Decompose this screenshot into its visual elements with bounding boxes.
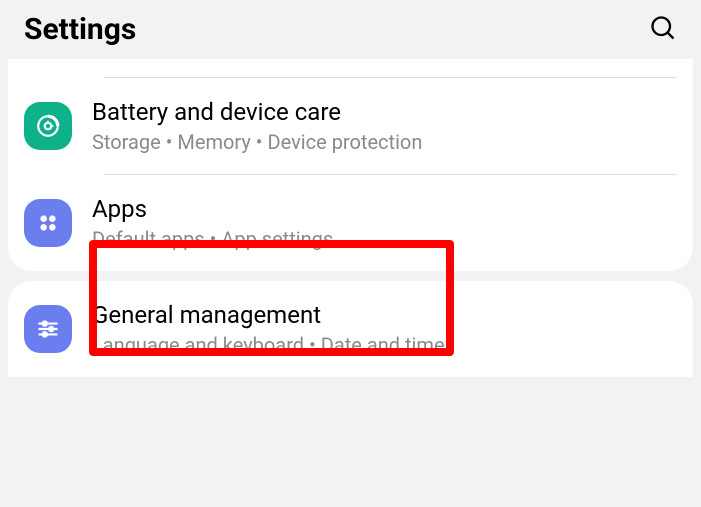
settings-item-battery[interactable]: Battery and device care Storage • Memory… [8, 78, 693, 174]
item-title: Battery and device care [92, 98, 677, 126]
battery-care-icon [24, 102, 72, 150]
general-management-icon [24, 305, 72, 353]
settings-section-2: General management Language and keyboard… [8, 281, 693, 377]
item-title: General management [92, 301, 677, 329]
settings-item-apps[interactable]: Apps Default apps • App settings [8, 175, 693, 271]
item-content: General management Language and keyboard… [92, 301, 677, 357]
search-icon [649, 14, 677, 42]
settings-section-1: Battery and device care Storage • Memory… [8, 59, 693, 271]
settings-item-general[interactable]: General management Language and keyboard… [8, 281, 693, 377]
item-content: Battery and device care Storage • Memory… [92, 98, 677, 154]
item-subtitle: Default apps • App settings [92, 227, 677, 251]
item-content: Apps Default apps • App settings [92, 195, 677, 251]
item-subtitle: Storage • Memory • Device protection [92, 130, 677, 154]
settings-header: Settings [0, 0, 701, 59]
page-title: Settings [24, 12, 136, 47]
search-button[interactable] [649, 14, 677, 46]
item-subtitle: Language and keyboard • Date and time [92, 333, 677, 357]
item-title: Apps [92, 195, 677, 223]
apps-icon [24, 199, 72, 247]
